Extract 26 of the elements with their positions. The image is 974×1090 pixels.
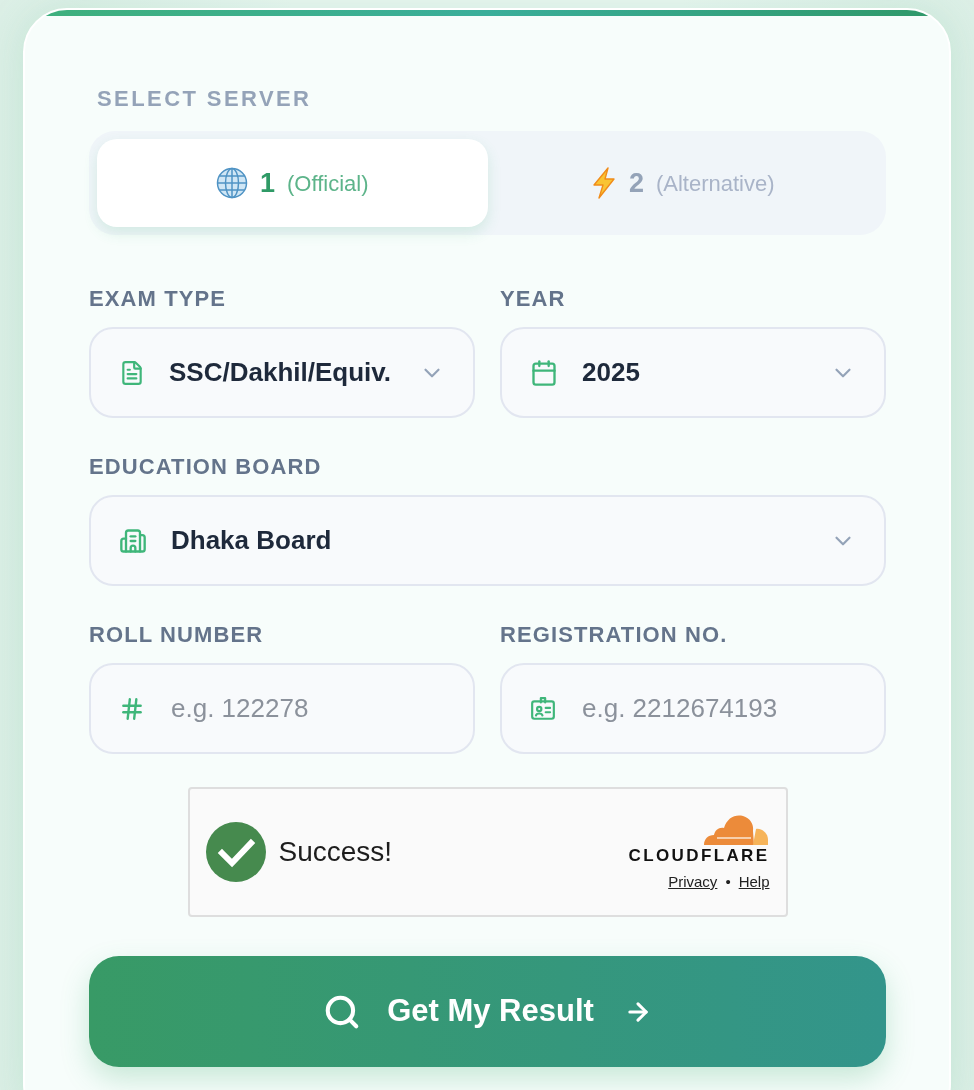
hash-icon	[119, 695, 145, 722]
education-board-select[interactable]: Dhaka Board	[89, 495, 886, 586]
field-label: EDUCATION BOARD	[89, 454, 323, 480]
field-label: REGISTRATION NO.	[500, 622, 729, 648]
exam-type-select[interactable]: SSC/Dakhil/Equiv.	[89, 327, 475, 418]
registration-number-field[interactable]: e.g. 2212674193	[500, 663, 886, 754]
field-label: YEAR	[500, 286, 567, 312]
privacy-link[interactable]: Privacy	[668, 873, 718, 891]
id-card-icon	[530, 695, 556, 722]
year-select[interactable]: 2025	[500, 327, 886, 418]
submit-button[interactable]: Get My Result	[89, 956, 886, 1067]
section-label: SELECT SERVER	[97, 86, 313, 112]
check-circle-icon	[205, 822, 266, 882]
field-label: ROLL NUMBER	[89, 622, 265, 648]
link-separator: •	[725, 873, 731, 891]
building-icon	[119, 526, 147, 555]
globe-icon	[216, 167, 248, 199]
logo-wordmark: CLOUDFLARE	[628, 847, 770, 865]
field-label: EXAM TYPE	[89, 286, 228, 312]
server-tab[interactable]: 1 (Official)	[97, 139, 488, 227]
captcha-status: Success!	[278, 835, 393, 869]
help-link[interactable]: Help	[738, 873, 770, 891]
document-icon	[119, 359, 145, 386]
calendar-icon	[530, 358, 558, 387]
lightning-icon	[590, 167, 617, 199]
roll-number-field[interactable]: e.g. 122278	[89, 663, 475, 754]
